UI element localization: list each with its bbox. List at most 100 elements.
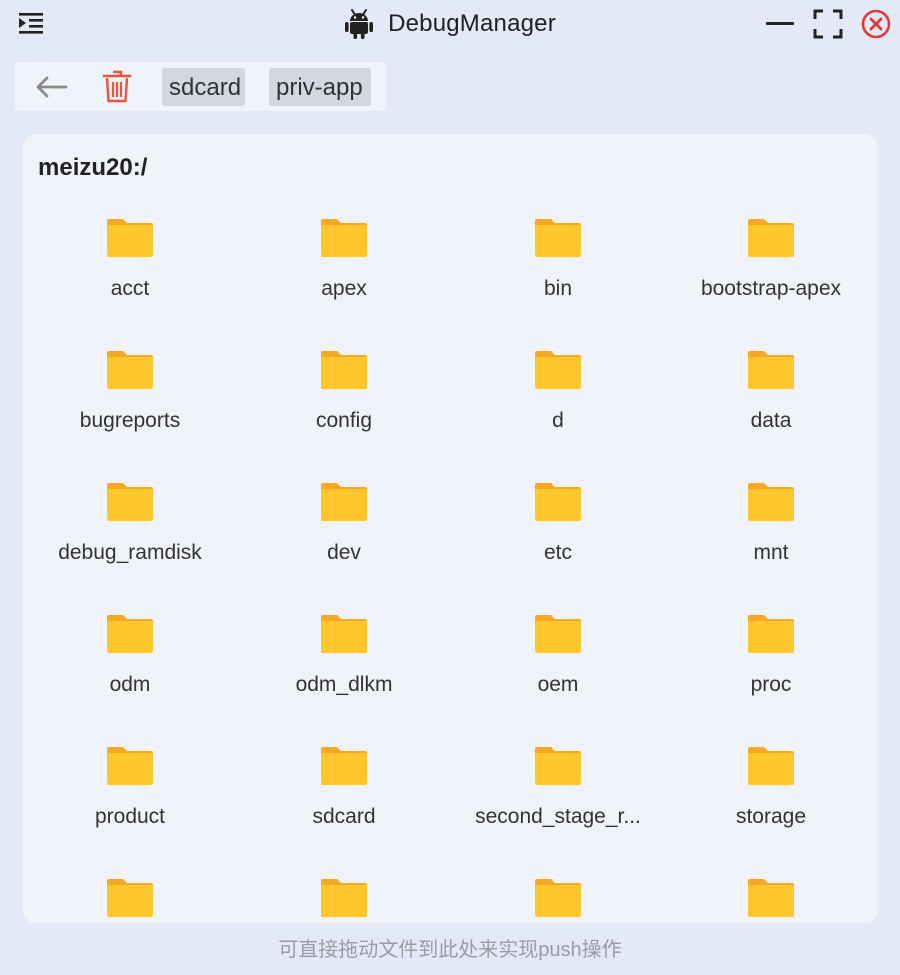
trash-icon	[102, 70, 132, 103]
folder-item[interactable]: storage	[671, 746, 871, 866]
folder-item[interactable]: odm	[30, 614, 230, 734]
folder-icon	[321, 615, 367, 653]
folder-icon-wrap	[534, 878, 582, 918]
folder-name: d	[552, 409, 564, 432]
window-title: DebugManager	[388, 10, 556, 37]
folder-item[interactable]: bugreports	[30, 350, 230, 470]
menu-indent-icon	[19, 13, 43, 34]
folder-icon	[321, 879, 367, 917]
folder-icon	[748, 879, 794, 917]
folder-icon	[535, 219, 581, 257]
folder-item[interactable]	[244, 878, 444, 923]
folder-icon-wrap	[534, 614, 582, 654]
folder-icon-wrap	[747, 482, 795, 522]
folder-item[interactable]: d	[458, 350, 658, 470]
folder-item[interactable]	[30, 878, 230, 923]
folder-item[interactable]: etc	[458, 482, 658, 602]
folder-item[interactable]: oem	[458, 614, 658, 734]
folder-name: oem	[537, 673, 579, 696]
maximize-button[interactable]	[812, 8, 844, 40]
folder-name: config	[315, 409, 373, 432]
folder-item[interactable]: data	[671, 350, 871, 470]
folder-item[interactable]: sdcard	[244, 746, 444, 866]
folder-icon-wrap	[106, 878, 154, 918]
minimize-button[interactable]	[764, 8, 796, 40]
folder-icon	[321, 351, 367, 389]
folder-name: apex	[321, 277, 367, 300]
folder-icon-wrap	[320, 482, 368, 522]
folder-item[interactable]: second_stage_r...	[458, 746, 658, 866]
folder-item[interactable]: acct	[30, 218, 230, 338]
folder-item[interactable]: debug_ramdisk	[30, 482, 230, 602]
folder-icon	[107, 219, 153, 257]
folder-name: odm_dlkm	[295, 673, 393, 696]
close-button[interactable]	[860, 8, 892, 40]
folder-icon	[748, 483, 794, 521]
folder-icon-wrap	[534, 350, 582, 390]
folder-name: mnt	[753, 541, 789, 564]
folder-name: acct	[110, 277, 150, 300]
fullscreen-icon	[813, 9, 843, 39]
folder-icon	[107, 483, 153, 521]
folder-name: bootstrap-apex	[700, 277, 842, 300]
folder-icon	[535, 879, 581, 917]
folder-icon-wrap	[320, 878, 368, 918]
arrow-left-icon	[36, 76, 68, 98]
folder-icon	[107, 351, 153, 389]
folder-icon	[535, 747, 581, 785]
path-toolbar: sdcard priv-app	[15, 62, 386, 111]
folder-item[interactable]: proc	[671, 614, 871, 734]
folder-item[interactable]: odm_dlkm	[244, 614, 444, 734]
folder-icon	[107, 615, 153, 653]
android-icon	[345, 9, 374, 39]
folder-name: product	[94, 805, 166, 828]
folder-item[interactable]: mnt	[671, 482, 871, 602]
folder-icon-wrap	[320, 350, 368, 390]
folder-item[interactable]	[458, 878, 658, 923]
folder-icon	[321, 219, 367, 257]
folder-name: proc	[750, 673, 792, 696]
breadcrumb-sdcard[interactable]: sdcard	[162, 68, 245, 106]
folder-icon	[321, 483, 367, 521]
folder-icon	[748, 351, 794, 389]
folder-item[interactable]: apex	[244, 218, 444, 338]
folder-icon	[321, 747, 367, 785]
folder-item[interactable]: dev	[244, 482, 444, 602]
folder-icon-wrap	[106, 482, 154, 522]
folder-icon-wrap	[747, 218, 795, 258]
folder-icon-wrap	[747, 746, 795, 786]
folder-icon-wrap	[534, 746, 582, 786]
folder-icon-wrap	[106, 614, 154, 654]
menu-toggle-button[interactable]	[16, 10, 46, 38]
folder-icon	[107, 879, 153, 917]
breadcrumb-priv-app[interactable]: priv-app	[269, 68, 371, 106]
folder-icon-wrap	[106, 746, 154, 786]
folder-icon-wrap	[747, 350, 795, 390]
folder-item[interactable]: bootstrap-apex	[671, 218, 871, 338]
folder-icon	[535, 615, 581, 653]
folder-item[interactable]	[671, 878, 871, 923]
folder-icon-wrap	[534, 218, 582, 258]
folder-icon	[535, 351, 581, 389]
drop-hint: 可直接拖动文件到此处来实现push操作	[278, 939, 622, 961]
folder-name: dev	[327, 541, 361, 564]
folder-item[interactable]: config	[244, 350, 444, 470]
folder-icon-wrap	[320, 218, 368, 258]
folder-icon-wrap	[534, 482, 582, 522]
file-grid: acct apex bin bootstrap-apex bugreports confi…	[23, 134, 877, 923]
folder-icon-wrap	[320, 614, 368, 654]
folder-name: odm	[109, 673, 151, 696]
folder-name: bin	[543, 277, 573, 300]
folder-name: bugreports	[79, 409, 181, 432]
folder-icon-wrap	[747, 878, 795, 918]
back-button[interactable]	[33, 71, 69, 103]
delete-button[interactable]	[101, 68, 133, 104]
folder-name: second_stage_r...	[475, 805, 641, 828]
folder-item[interactable]: bin	[458, 218, 658, 338]
folder-icon-wrap	[747, 614, 795, 654]
folder-item[interactable]: product	[30, 746, 230, 866]
minimize-icon	[766, 22, 794, 25]
folder-name: debug_ramdisk	[58, 541, 202, 564]
close-circle-icon	[861, 9, 891, 39]
folder-icon	[748, 747, 794, 785]
